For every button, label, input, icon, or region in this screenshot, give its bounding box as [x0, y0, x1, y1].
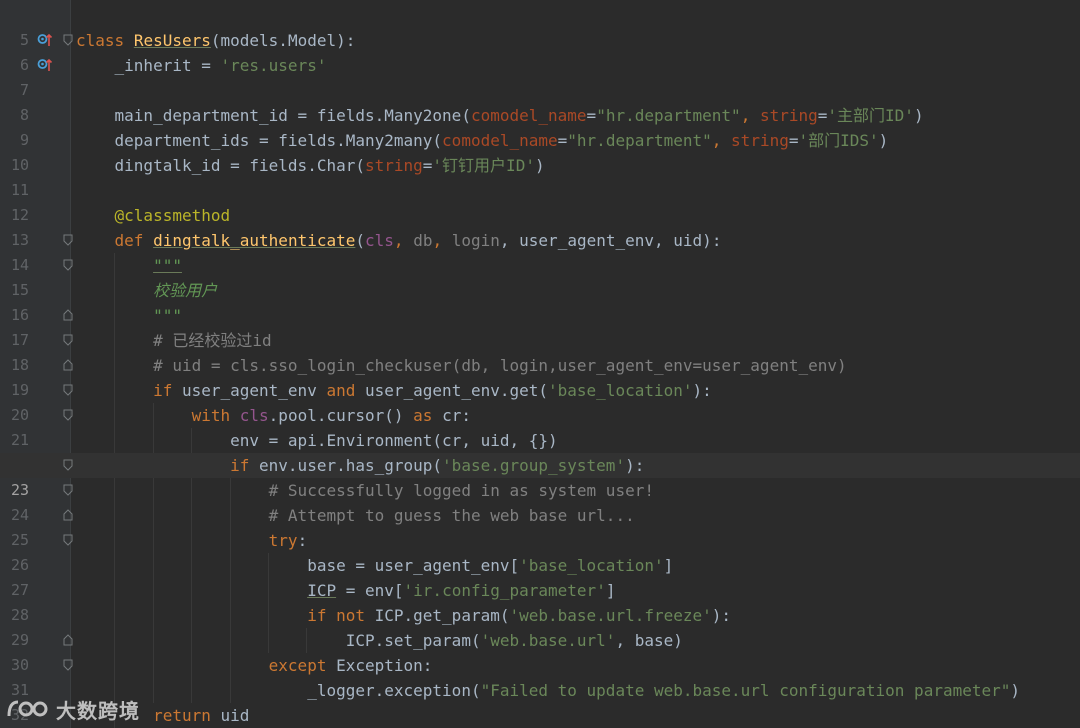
code-text: _inherit = 'res.users'	[114, 56, 327, 75]
code-text: ICP.set_param('web.base.url', base)	[345, 631, 683, 650]
code-line[interactable]: 31 except Exception:	[0, 653, 1080, 699]
fold-collapse-icon[interactable]	[63, 484, 73, 496]
watermark-text: 大数跨境	[56, 698, 140, 723]
code-line[interactable]: 28 ICP = env['ir.config_parameter']	[0, 578, 1080, 624]
code-line[interactable]: 14 def dingtalk_authenticate(cls, db, lo…	[0, 228, 1080, 274]
code-line[interactable]: 8	[0, 78, 1080, 124]
code-line[interactable]: 16 校验用户	[0, 278, 1080, 324]
code-text: if env.user.has_group('base.group_system…	[230, 456, 645, 475]
fold-collapse-icon[interactable]	[63, 334, 73, 346]
code-line[interactable]: 32 _logger.exception("Failed to update w…	[0, 678, 1080, 724]
code-text: _logger.exception("Failed to update web.…	[307, 681, 1021, 700]
code-line[interactable]: 5	[0, 3, 1080, 49]
fold-collapse-icon[interactable]	[63, 659, 73, 671]
code-text: def dingtalk_authenticate(cls, db, login…	[114, 231, 722, 250]
code-text: class ResUsers(models.Model):	[76, 31, 356, 50]
code-line[interactable]: 26 try:	[0, 528, 1080, 574]
code-text: dingtalk_id = fields.Char(string='钉钉用户ID…	[114, 156, 545, 175]
code-editor[interactable]: 5 6 class ResUsers(models.Model): 7 _inh…	[0, 0, 1080, 728]
code-text: @classmethod	[114, 206, 231, 225]
code-line[interactable]: 10 department_ids = fields.Many2many(com…	[0, 128, 1080, 174]
fold-expand-icon[interactable]	[63, 509, 73, 521]
code-lines[interactable]: 5 6 class ResUsers(models.Model): 7 _inh…	[0, 3, 1080, 728]
code-text: # uid = cls.sso_login_checkuser(db, logi…	[153, 356, 847, 375]
fold-collapse-icon[interactable]	[63, 384, 73, 396]
code-line[interactable]: 13 @classmethod	[0, 203, 1080, 249]
code-line[interactable]: 9 main_department_id = fields.Many2one(c…	[0, 103, 1080, 149]
code-text: ICP = env['ir.config_parameter']	[307, 581, 616, 600]
code-text: """	[153, 306, 182, 325]
override-attribute-icon[interactable]	[37, 57, 53, 73]
fold-collapse-icon[interactable]	[63, 459, 73, 471]
code-line[interactable]: 20 if user_agent_env and user_agent_env.…	[0, 378, 1080, 424]
code-line-current[interactable]: 23 if env.user.has_group('base.group_sys…	[0, 453, 1080, 499]
code-line[interactable]: 19 # uid = cls.sso_login_checkuser(db, l…	[0, 353, 1080, 399]
code-text: if user_agent_env and user_agent_env.get…	[153, 381, 712, 400]
code-line[interactable]: 30 ICP.set_param('web.base.url', base)	[0, 628, 1080, 674]
watermark-logo-icon	[7, 700, 48, 717]
code-line[interactable]: 11 dingtalk_id = fields.Char(string='钉钉用…	[0, 153, 1080, 199]
code-text: env = api.Environment(cr, uid, {})	[230, 431, 558, 450]
code-line[interactable]: 18 # 已经校验过id	[0, 328, 1080, 374]
code-line[interactable]: 7 _inherit = 'res.users'	[0, 53, 1080, 99]
code-line[interactable]: 15 """	[0, 253, 1080, 299]
code-text: base = user_agent_env['base_location']	[307, 556, 674, 575]
fold-collapse-icon[interactable]	[63, 534, 73, 546]
code-text: except Exception:	[268, 656, 433, 675]
fold-collapse-icon[interactable]	[63, 234, 73, 246]
watermark: 大数跨境	[6, 694, 140, 724]
fold-expand-icon[interactable]	[63, 309, 73, 321]
code-text: # Successfully logged in as system user!	[268, 481, 654, 500]
code-text: department_ids = fields.Many2many(comode…	[114, 131, 889, 150]
fold-expand-icon[interactable]	[63, 359, 73, 371]
code-text: # Attempt to guess the web base url...	[268, 506, 635, 525]
override-method-icon[interactable]	[37, 32, 53, 48]
code-text: # 已经校验过id	[153, 331, 272, 350]
code-line[interactable]: 12	[0, 178, 1080, 224]
code-line[interactable]: 29 if not ICP.get_param('web.base.url.fr…	[0, 603, 1080, 649]
code-text: try:	[268, 531, 308, 550]
fold-expand-icon[interactable]	[63, 634, 73, 646]
fold-collapse-icon[interactable]	[63, 409, 73, 421]
code-line[interactable]: 25 # Attempt to guess the web base url..…	[0, 503, 1080, 549]
fold-collapse-icon[interactable]	[63, 34, 73, 46]
code-text: """	[153, 256, 182, 275]
code-line[interactable]: 21 with cls.pool.cursor() as cr:	[0, 403, 1080, 449]
code-line[interactable]: 22 env = api.Environment(cr, uid, {})	[0, 428, 1080, 474]
code-line[interactable]: 27 base = user_agent_env['base_location'…	[0, 553, 1080, 599]
code-text: 校验用户	[153, 281, 218, 300]
code-text: main_department_id = fields.Many2one(com…	[114, 106, 924, 125]
code-line[interactable]: 6 class ResUsers(models.Model):	[0, 28, 1080, 74]
code-text: with cls.pool.cursor() as cr:	[191, 406, 471, 425]
code-line[interactable]: 33 return uid	[0, 703, 1080, 728]
code-line[interactable]: 24 # Successfully logged in as system us…	[0, 478, 1080, 524]
code-line[interactable]: 17 """	[0, 303, 1080, 349]
code-text: if not ICP.get_param('web.base.url.freez…	[307, 606, 732, 625]
fold-collapse-icon[interactable]	[63, 259, 73, 271]
